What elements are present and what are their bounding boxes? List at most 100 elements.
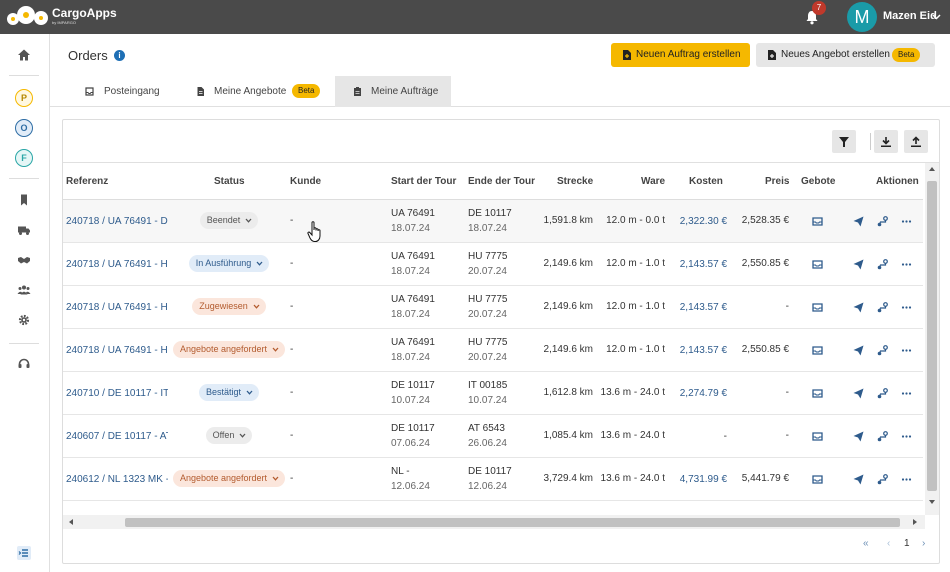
reference-link[interactable]: 240718 / UA 76491 - HU: [66, 345, 168, 356]
bids-inbox-icon[interactable]: [812, 216, 823, 227]
send-icon[interactable]: [853, 302, 864, 313]
send-icon[interactable]: [853, 474, 864, 485]
info-icon[interactable]: i: [114, 50, 125, 61]
user-avatar[interactable]: M: [847, 2, 877, 32]
scroll-down-icon[interactable]: [929, 499, 935, 505]
bids-inbox-icon[interactable]: [812, 474, 823, 485]
route-icon[interactable]: [877, 345, 888, 356]
scroll-left-icon[interactable]: [68, 519, 74, 525]
download-button[interactable]: [874, 130, 898, 153]
more-options-icon[interactable]: [901, 431, 912, 442]
reference-link[interactable]: 240710 / DE 10117 - IT: [66, 388, 168, 399]
route-icon[interactable]: [877, 259, 888, 270]
status-dropdown[interactable]: Angebote angefordert: [172, 470, 286, 487]
sidebar-item-p[interactable]: P: [15, 89, 33, 107]
table-row[interactable]: 240718 / UA 76491 - HU In Ausführung - U…: [63, 243, 923, 286]
column-header[interactable]: Kosten: [689, 163, 723, 200]
column-header[interactable]: Gebote: [801, 163, 835, 200]
pagination-next[interactable]: ›: [922, 538, 925, 549]
cost-link[interactable]: 2,143.57 €: [667, 345, 727, 356]
bookmark-icon[interactable]: [17, 193, 31, 207]
gear-icon[interactable]: [17, 313, 31, 327]
route-icon[interactable]: [877, 474, 888, 485]
route-icon[interactable]: [877, 216, 888, 227]
new-offer-button[interactable]: Neues Angebot erstellen Beta: [756, 43, 935, 67]
collapse-menu-icon[interactable]: [17, 546, 31, 560]
bids-inbox-icon[interactable]: [812, 431, 823, 442]
scroll-right-icon[interactable]: [912, 519, 918, 525]
send-icon[interactable]: [853, 388, 864, 399]
route-icon[interactable]: [877, 388, 888, 399]
more-options-icon[interactable]: [901, 388, 912, 399]
status-dropdown[interactable]: Angebote angefordert: [172, 341, 286, 358]
column-header[interactable]: Strecke: [557, 163, 593, 200]
tab-meine-auftraege[interactable]: Meine Aufträge: [335, 76, 451, 107]
table-row[interactable]: 240718 / UA 76491 - HU Zugewiesen - UA 7…: [63, 286, 923, 329]
table-row[interactable]: 240607 / DE 10117 - AT Offen - DE 10117 …: [63, 415, 923, 458]
reference-link[interactable]: 240718 / UA 76491 - HU: [66, 259, 168, 270]
vertical-scrollbar[interactable]: [925, 163, 939, 515]
send-icon[interactable]: [853, 431, 864, 442]
pagination-page[interactable]: 1: [904, 538, 910, 549]
column-header[interactable]: Status: [214, 163, 245, 200]
more-options-icon[interactable]: [901, 345, 912, 356]
column-header[interactable]: Aktionen: [876, 163, 919, 200]
more-options-icon[interactable]: [901, 216, 912, 227]
more-options-icon[interactable]: [901, 259, 912, 270]
scroll-up-icon[interactable]: [929, 166, 935, 172]
bids-inbox-icon[interactable]: [812, 388, 823, 399]
bids-inbox-icon[interactable]: [812, 302, 823, 313]
status-dropdown[interactable]: Beendet: [199, 212, 259, 229]
vertical-scroll-thumb[interactable]: [927, 181, 937, 491]
send-icon[interactable]: [853, 259, 864, 270]
users-icon[interactable]: [17, 283, 31, 297]
column-header[interactable]: Referenz: [66, 163, 108, 200]
handshake-icon[interactable]: [17, 253, 31, 267]
route-icon[interactable]: [877, 302, 888, 313]
send-icon[interactable]: [853, 216, 864, 227]
reference-link[interactable]: 240607 / DE 10117 - AT: [66, 431, 168, 442]
send-icon[interactable]: [853, 345, 864, 356]
table-row[interactable]: 240710 / DE 10117 - IT Bestätigt - DE 10…: [63, 372, 923, 415]
new-order-button[interactable]: Neuen Auftrag erstellen: [611, 43, 750, 67]
status-dropdown[interactable]: Bestätigt: [198, 384, 260, 401]
status-dropdown[interactable]: In Ausführung: [188, 255, 270, 272]
tab-posteingang[interactable]: Posteingang: [76, 76, 188, 107]
column-header[interactable]: Kunde: [290, 163, 321, 200]
column-header[interactable]: Ende der Tour: [468, 163, 535, 200]
chevron-down-icon[interactable]: [932, 12, 941, 21]
bids-inbox-icon[interactable]: [812, 345, 823, 356]
status-dropdown[interactable]: Zugewiesen: [192, 298, 266, 315]
column-header[interactable]: Preis: [765, 163, 789, 200]
status-dropdown[interactable]: Offen: [205, 427, 253, 444]
horizontal-scroll-thumb[interactable]: [125, 518, 900, 527]
table-row[interactable]: 240612 / NL 1323 MK - Angebote angeforde…: [63, 458, 923, 501]
table-row[interactable]: 240718 / UA 76491 - DE Beendet - UA 7649…: [63, 200, 923, 243]
user-name[interactable]: Mazen Eid: [883, 10, 937, 22]
column-header[interactable]: Ware: [641, 163, 665, 200]
more-options-icon[interactable]: [901, 474, 912, 485]
upload-button[interactable]: [904, 130, 928, 153]
bids-inbox-icon[interactable]: [812, 259, 823, 270]
column-header[interactable]: Start der Tour: [391, 163, 456, 200]
tab-meine-angebote[interactable]: Meine Angebote Beta: [188, 76, 332, 107]
home-icon[interactable]: [17, 48, 31, 62]
cargoapps-logo[interactable]: [6, 4, 50, 30]
filter-button[interactable]: [832, 130, 856, 153]
sidebar-item-o[interactable]: O: [15, 119, 33, 137]
horizontal-scrollbar[interactable]: [63, 515, 925, 529]
cost-link[interactable]: 2,143.57 €: [667, 302, 727, 313]
route-icon[interactable]: [877, 431, 888, 442]
cost-link[interactable]: 4,731.99 €: [667, 474, 727, 485]
pagination-first[interactable]: «: [863, 538, 869, 549]
pagination-prev[interactable]: ‹: [887, 538, 890, 549]
reference-link[interactable]: 240718 / UA 76491 - HU: [66, 302, 168, 313]
sidebar-item-f[interactable]: F: [15, 149, 33, 167]
more-options-icon[interactable]: [901, 302, 912, 313]
truck-icon[interactable]: [17, 223, 31, 237]
support-headset-icon[interactable]: [17, 357, 31, 371]
cost-link[interactable]: 2,274.79 €: [667, 388, 727, 399]
reference-link[interactable]: 240612 / NL 1323 MK -: [66, 474, 168, 485]
table-row[interactable]: 240718 / UA 76491 - HU Angebote angeford…: [63, 329, 923, 372]
cost-link[interactable]: 2,322.30 €: [667, 216, 727, 227]
